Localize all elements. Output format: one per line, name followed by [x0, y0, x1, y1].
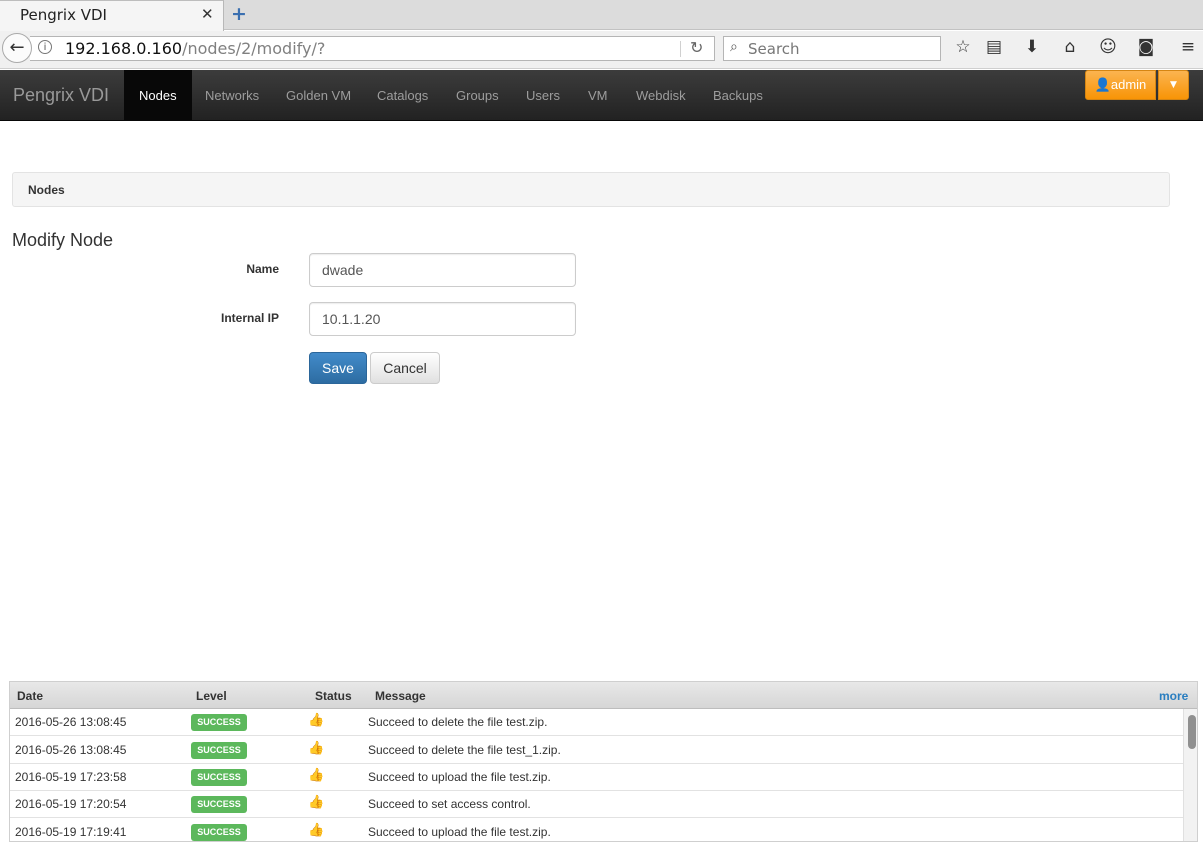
log-date: 2016-05-26 13:08:45 — [15, 715, 127, 729]
back-arrow-icon: ← — [9, 37, 25, 58]
log-header-level: Level — [196, 689, 227, 703]
search-placeholder: Search — [748, 40, 800, 58]
feedback-smiley-icon[interactable]: ☺ — [1097, 37, 1119, 57]
browser-toolbar: i 192.168.0.160/nodes/2/modify/? ↻ ← ⌕ S… — [0, 31, 1203, 69]
new-tab-icon[interactable]: + — [231, 3, 247, 25]
nav-item-backups[interactable]: Backups — [698, 70, 778, 121]
log-message: Succeed to set access control. — [368, 797, 531, 811]
thumbs-up-icon: 👍 — [308, 768, 325, 783]
info-icon[interactable]: i — [38, 40, 52, 54]
thumbs-up-icon: 👍 — [308, 713, 325, 728]
cancel-button[interactable]: Cancel — [370, 352, 440, 384]
thumbs-up-icon: 👍 — [308, 741, 325, 756]
url-path: /nodes/2/modify/? — [182, 39, 326, 58]
home-icon[interactable]: ⌂ — [1059, 37, 1081, 57]
page-title: Modify Node — [12, 230, 114, 250]
app-navbar: Pengrix VDI Nodes Networks Golden VM Cat… — [0, 70, 1203, 121]
nav-item-vm[interactable]: VM — [573, 70, 623, 121]
url-separator — [680, 41, 681, 57]
nav-item-nodes[interactable]: Nodes — [124, 70, 192, 121]
success-badge: SUCCESS — [191, 714, 247, 731]
scrollbar-thumb[interactable] — [1188, 715, 1196, 749]
log-header-message: Message — [375, 689, 426, 703]
nav-item-golden-vm[interactable]: Golden VM — [271, 70, 366, 121]
log-header-date: Date — [17, 689, 44, 703]
back-button[interactable]: ← — [2, 33, 32, 63]
breadcrumb-item-nodes[interactable]: Nodes — [28, 183, 65, 197]
log-message: Succeed to delete the file test_1.zip. — [368, 743, 561, 757]
success-badge: SUCCESS — [191, 824, 247, 841]
brand-logo[interactable]: Pengrix VDI — [13, 85, 109, 106]
log-message: Succeed to upload the file test.zip. — [368, 770, 551, 784]
log-row: 2016-05-19 17:20:54 SUCCESS 👍 Succeed to… — [10, 791, 1183, 818]
log-row: 2016-05-26 13:08:45 SUCCESS 👍 Succeed to… — [10, 709, 1183, 736]
success-badge: SUCCESS — [191, 742, 247, 759]
downloads-icon[interactable]: ⬇ — [1021, 37, 1043, 57]
admin-label: admin — [1110, 77, 1147, 92]
admin-dropdown-toggle[interactable]: ▼ — [1158, 70, 1189, 100]
user-icon: 👤 — [1094, 77, 1111, 92]
nav-item-catalogs[interactable]: Catalogs — [362, 70, 443, 121]
success-badge: SUCCESS — [191, 796, 247, 813]
log-date: 2016-05-26 13:08:45 — [15, 743, 127, 757]
close-tab-icon[interactable]: ✕ — [201, 5, 214, 23]
name-label: Name — [246, 262, 279, 276]
url-text[interactable]: 192.168.0.160/nodes/2/modify/? — [65, 39, 325, 58]
log-date: 2016-05-19 17:23:58 — [15, 770, 127, 784]
browser-tab-title: Pengrix VDI — [20, 6, 107, 24]
menu-hamburger-icon[interactable]: ≡ — [1177, 37, 1199, 57]
admin-user-button[interactable]: 👤admin — [1085, 70, 1156, 100]
log-panel: Date Level Status Message more 2016-05-2… — [9, 681, 1198, 842]
reading-list-icon[interactable]: ▤ — [983, 37, 1005, 57]
browser-tab-bar: Pengrix VDI ✕ + — [0, 0, 1203, 31]
log-date: 2016-05-19 17:19:41 — [15, 825, 127, 839]
log-row: 2016-05-19 17:19:41 SUCCESS 👍 Succeed to… — [10, 819, 1183, 841]
log-scrollbar[interactable] — [1183, 709, 1197, 841]
thumbs-up-icon: 👍 — [308, 823, 325, 838]
internal-ip-label: Internal IP — [220, 311, 279, 325]
nav-item-groups[interactable]: Groups — [441, 70, 514, 121]
log-date: 2016-05-19 17:20:54 — [15, 797, 127, 811]
log-message: Succeed to delete the file test.zip. — [368, 715, 548, 729]
nav-item-networks[interactable]: Networks — [190, 70, 274, 121]
url-host: 192.168.0.160 — [65, 39, 183, 58]
log-row: 2016-05-19 17:23:58 SUCCESS 👍 Succeed to… — [10, 764, 1183, 791]
pocket-icon[interactable]: ◙ — [1135, 37, 1157, 57]
log-more-link[interactable]: more — [1159, 689, 1188, 703]
log-message: Succeed to upload the file test.zip. — [368, 825, 551, 839]
log-header-status: Status — [315, 689, 352, 703]
name-field[interactable] — [309, 253, 576, 287]
bookmark-star-icon[interactable]: ☆ — [952, 37, 974, 57]
thumbs-up-icon: 👍 — [308, 795, 325, 810]
internal-ip-field[interactable] — [309, 302, 576, 336]
save-button[interactable]: Save — [309, 352, 367, 384]
url-bar[interactable]: i 192.168.0.160/nodes/2/modify/? ↻ — [30, 36, 715, 61]
log-row: 2016-05-26 13:08:45 SUCCESS 👍 Succeed to… — [10, 737, 1183, 764]
nav-item-webdisk[interactable]: Webdisk — [621, 70, 701, 121]
success-badge: SUCCESS — [191, 769, 247, 786]
breadcrumb: Nodes — [12, 172, 1170, 207]
log-header: Date Level Status Message more — [10, 682, 1197, 709]
nav-item-users[interactable]: Users — [511, 70, 575, 121]
search-icon: ⌕ — [730, 39, 738, 55]
search-input[interactable]: ⌕ Search — [723, 36, 941, 61]
browser-tab[interactable]: Pengrix VDI ✕ — [0, 0, 224, 31]
caret-down-icon: ▼ — [1170, 80, 1177, 90]
reload-icon[interactable]: ↻ — [690, 38, 703, 57]
